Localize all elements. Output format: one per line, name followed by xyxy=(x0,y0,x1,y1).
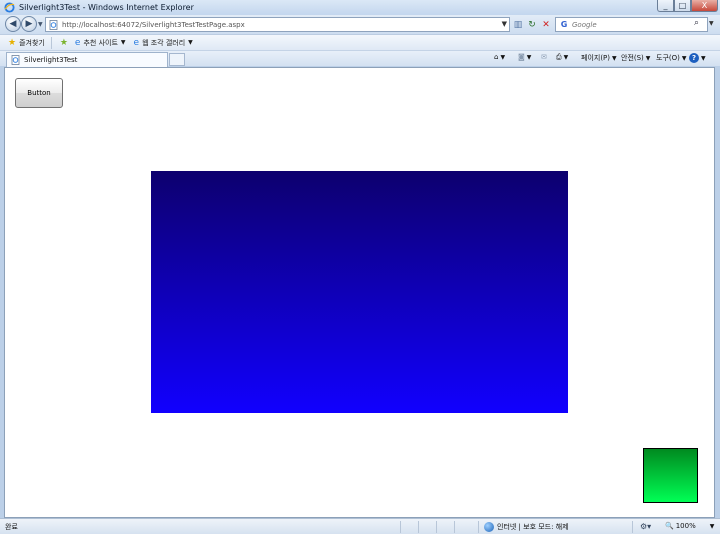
favorites-divider xyxy=(50,36,52,49)
read-mail-button[interactable]: ✉ xyxy=(541,53,547,61)
rss-feed-icon: ◙ xyxy=(518,53,525,61)
ie-logo-icon xyxy=(4,2,15,13)
ie-icon: e xyxy=(74,37,81,48)
favorites-label: 즐겨찾기 xyxy=(19,38,45,47)
tab-label: Silverlight3Test xyxy=(24,56,78,64)
chevron-down-icon: ▼ xyxy=(709,522,715,530)
suggested-sites-link[interactable]: e 추천 사이트 ▼ xyxy=(75,38,126,48)
stop-icon[interactable]: ✕ xyxy=(539,18,553,31)
globe-icon xyxy=(484,522,494,532)
recent-pages-dropdown-icon[interactable]: ▼ xyxy=(38,21,43,28)
silverlight-content-area: Button xyxy=(4,67,715,518)
green-gradient-square xyxy=(643,448,698,503)
zoom-icon: 🔍 xyxy=(665,522,674,530)
status-divider xyxy=(436,521,437,533)
suggested-sites-label: 추천 사이트 xyxy=(83,38,118,47)
title-bar: Silverlight3Test - Windows Internet Expl… xyxy=(0,0,720,15)
chevron-down-icon: ▼ xyxy=(500,53,506,61)
blue-gradient-rectangle xyxy=(151,171,568,413)
minimize-button[interactable]: _ xyxy=(657,0,674,12)
close-button[interactable]: X xyxy=(691,0,718,12)
window-title: Silverlight3Test - Windows Internet Expl… xyxy=(19,3,194,12)
status-divider xyxy=(400,521,401,533)
star-icon: ★ xyxy=(8,37,17,48)
refresh-icon[interactable]: ↻ xyxy=(525,18,539,31)
back-button[interactable]: ◀ xyxy=(5,16,21,32)
protected-mode-icon[interactable]: ⚙▾ xyxy=(640,522,651,531)
status-text: 완료 xyxy=(5,523,18,531)
add-favorite-icon: ★ xyxy=(59,37,68,48)
search-icon[interactable]: ⌕ xyxy=(694,18,699,28)
chevron-down-icon: ▼ xyxy=(120,39,126,46)
tab-bar: Silverlight3Test ⌂ ▼ ◙ ▼ ✉ ⎙ ▼ 페이지(P) ▼ 안전(S… xyxy=(0,50,720,67)
safety-menu-label: 안전(S) xyxy=(621,54,644,62)
printer-icon: ⎙ xyxy=(556,53,562,61)
web-slice-gallery-link[interactable]: e 웹 조각 갤러리 ▼ xyxy=(134,38,193,48)
tab-silverlight3test[interactable]: Silverlight3Test xyxy=(6,52,168,67)
chevron-down-icon: ▼ xyxy=(563,54,569,61)
maximize-button[interactable]: □ xyxy=(674,0,691,12)
chevron-down-icon: ▼ xyxy=(612,54,617,62)
forward-arrow-icon: ▶ xyxy=(25,19,33,29)
mail-icon: ✉ xyxy=(541,53,547,61)
status-divider xyxy=(632,521,633,533)
google-icon: G xyxy=(560,20,568,29)
favorites-button[interactable]: ★ 즐겨찾기 xyxy=(8,38,45,48)
search-options-dropdown-icon[interactable]: ▼ xyxy=(709,20,714,27)
silverlight-button[interactable]: Button xyxy=(15,78,63,108)
status-divider xyxy=(478,521,479,533)
address-dropdown-icon[interactable]: ▼ xyxy=(502,20,507,28)
home-icon: ⌂ xyxy=(494,53,499,61)
page-icon xyxy=(11,55,20,65)
chevron-down-icon: ▼ xyxy=(526,53,532,61)
chevron-down-icon: ▼ xyxy=(188,39,193,46)
page-icon xyxy=(49,19,58,30)
page-menu[interactable]: 페이지(P) ▼ xyxy=(581,53,617,63)
chevron-down-icon: ▼ xyxy=(701,54,706,62)
new-tab-button[interactable] xyxy=(169,53,185,66)
page-menu-label: 페이지(P) xyxy=(581,54,611,62)
status-divider xyxy=(454,521,455,533)
chevron-down-icon: ▼ xyxy=(645,54,651,62)
help-menu[interactable]: ? ▼ xyxy=(689,53,706,63)
favorites-bar: ★ 즐겨찾기 ★ e 추천 사이트 ▼ e 웹 조각 갤러리 ▼ xyxy=(0,34,720,50)
print-button[interactable]: ⎙ ▼ xyxy=(556,53,568,62)
search-input[interactable] xyxy=(572,20,692,29)
chevron-down-icon: ▼ xyxy=(681,54,687,62)
compatibility-view-icon[interactable]: ▥ xyxy=(511,18,525,31)
address-row: ◀ ▶ ▼ ▼ ▥ ↻ ✕ G ⌕ ▼ xyxy=(0,15,720,34)
home-button[interactable]: ⌂ ▼ xyxy=(494,53,505,61)
web-slice-icon: e xyxy=(133,37,140,48)
help-icon: ? xyxy=(689,53,699,63)
forward-button[interactable]: ▶ xyxy=(21,16,37,32)
security-zone[interactable]: 인터넷 | 보호 모드: 해제 xyxy=(484,522,569,532)
web-slice-gallery-label: 웹 조각 갤러리 xyxy=(142,38,186,47)
safety-menu[interactable]: 안전(S) ▼ xyxy=(621,53,650,63)
add-favorite-button[interactable]: ★ xyxy=(60,38,71,48)
feeds-button[interactable]: ◙ ▼ xyxy=(518,53,531,61)
back-arrow-icon: ◀ xyxy=(9,19,17,29)
status-bar: 완료 인터넷 | 보호 모드: 해제 ⚙▾ 🔍 100% ▼ xyxy=(0,518,720,534)
security-zone-label: 인터넷 | 보호 모드: 해제 xyxy=(497,523,569,531)
status-divider xyxy=(418,521,419,533)
zoom-level-label: 100% xyxy=(675,522,696,530)
tools-menu[interactable]: 도구(O) ▼ xyxy=(656,53,686,63)
search-box[interactable]: G xyxy=(555,17,708,32)
tools-menu-label: 도구(O) xyxy=(656,54,680,62)
url-input[interactable] xyxy=(62,20,492,29)
address-bar[interactable]: ▼ xyxy=(45,17,510,32)
zoom-level-button[interactable]: 🔍 100% ▼ xyxy=(665,522,714,530)
window-controls: _ □ X xyxy=(657,0,718,12)
